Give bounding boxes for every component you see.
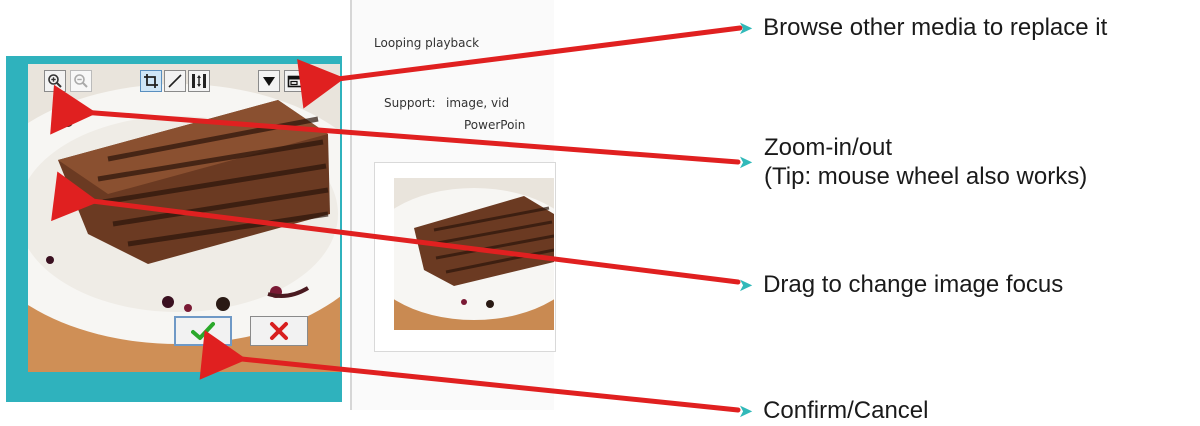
- callout-zoom-tip: (Tip: mouse wheel also works): [764, 163, 1088, 190]
- zoom-out-icon: [74, 74, 88, 88]
- crop-icon: [144, 74, 158, 88]
- support-label: Support:: [384, 96, 436, 110]
- callout-zoom-marker: ➤: [738, 147, 763, 177]
- chevron-right-icon: ➤: [738, 401, 754, 421]
- fit-height-button[interactable]: [188, 70, 210, 92]
- chevron-right-icon: ➤: [738, 275, 754, 295]
- cancel-button[interactable]: [250, 316, 308, 346]
- callout-confirm: ➤ Confirm/Cancel: [738, 396, 928, 426]
- zoom-in-button[interactable]: [44, 70, 66, 92]
- callout-drag: ➤ Drag to change image focus: [738, 270, 1063, 300]
- looping-playback-label: Looping playback: [374, 36, 480, 50]
- zoom-out-button[interactable]: [70, 70, 92, 92]
- callout-browse-text: Browse other media to replace it: [763, 14, 1108, 41]
- zoom-in-icon: [48, 74, 62, 88]
- dropdown-button[interactable]: [258, 70, 280, 92]
- callout-zoom: Zoom-in/out (Tip: mouse wheel also works…: [738, 133, 1087, 191]
- diagonal-stretch-icon: [168, 74, 182, 88]
- support-value-continued: PowerPoin: [464, 118, 526, 132]
- fit-height-icon: [192, 74, 206, 88]
- crop-button[interactable]: [140, 70, 162, 92]
- browse-media-icon: [287, 75, 303, 88]
- cross-icon: [270, 322, 288, 340]
- browse-media-button[interactable]: [284, 70, 306, 92]
- checkmark-icon: [191, 322, 215, 340]
- callout-browse: ➤ Browse other media to replace it: [738, 13, 1107, 43]
- image-editor-window: [0, 0, 350, 410]
- callout-zoom-text: Zoom-in/out: [764, 134, 893, 161]
- media-thumbnail[interactable]: [394, 178, 554, 330]
- support-value: image, vid: [446, 96, 510, 110]
- callout-drag-text: Drag to change image focus: [763, 271, 1064, 298]
- stretch-button[interactable]: [164, 70, 186, 92]
- callout-confirm-text: Confirm/Cancel: [763, 397, 929, 424]
- cake-thumbnail: [394, 178, 554, 330]
- chevron-right-icon: ➤: [738, 152, 754, 172]
- confirm-button[interactable]: [174, 316, 232, 346]
- chevron-right-icon: ➤: [738, 18, 754, 38]
- image-toolbar: [44, 70, 334, 96]
- dropdown-arrow-icon: [263, 77, 275, 86]
